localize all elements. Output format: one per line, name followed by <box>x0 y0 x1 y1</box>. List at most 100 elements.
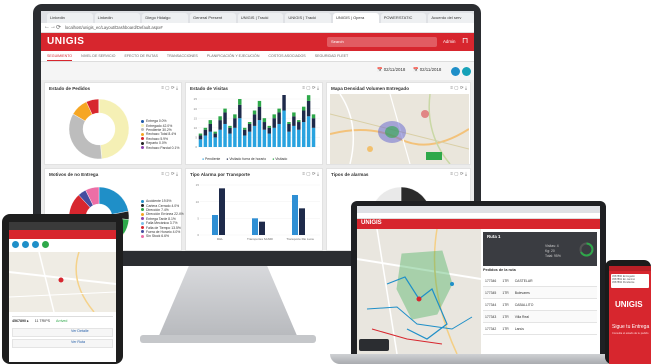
menu-item-nivel-servicio[interactable]: NIVEL DE SERVICIO <box>81 51 115 61</box>
bar[interactable] <box>233 114 237 119</box>
browser-tab-active[interactable]: UNIGIS | Opera <box>333 13 379 23</box>
browser-tab[interactable]: UNIGIS | Tracki <box>237 13 284 23</box>
card-tools-icon[interactable]: ≡ ▢ ⟳ ⤓ <box>450 85 467 91</box>
tablet-action-button[interactable] <box>12 241 19 248</box>
bar[interactable] <box>233 127 237 147</box>
bar[interactable] <box>233 118 237 128</box>
date-from[interactable]: 📅 02/11/2018 <box>377 67 405 73</box>
search-input[interactable]: Search <box>327 37 437 47</box>
bar[interactable] <box>223 108 227 113</box>
bar[interactable] <box>301 106 306 111</box>
bar[interactable] <box>247 122 252 124</box>
bar[interactable] <box>198 139 203 147</box>
tablet-action-button[interactable] <box>32 241 39 248</box>
bar[interactable] <box>238 99 242 105</box>
tablet-map[interactable] <box>9 252 116 312</box>
bar[interactable] <box>272 114 276 119</box>
bar[interactable] <box>262 118 267 123</box>
browser-tab[interactable]: Linkedin <box>47 13 93 23</box>
bar[interactable] <box>277 108 281 113</box>
menu-item-seguridad[interactable]: SEGURIDAD FLEET <box>315 51 349 61</box>
bar[interactable] <box>277 112 281 124</box>
card-tools-icon[interactable]: ≡ ▢ ⟳ ⤓ <box>302 85 319 91</box>
bar[interactable] <box>306 116 311 147</box>
bar[interactable] <box>311 127 316 147</box>
filter-button[interactable] <box>451 67 460 76</box>
bar[interactable] <box>252 218 258 235</box>
bar[interactable] <box>301 110 306 123</box>
bar[interactable] <box>272 127 276 147</box>
bar[interactable] <box>198 135 203 140</box>
user-label[interactable]: Admin <box>443 39 455 44</box>
bar[interactable] <box>292 195 298 235</box>
bar[interactable] <box>238 118 242 147</box>
bar[interactable] <box>228 127 232 134</box>
bar[interactable] <box>213 131 217 134</box>
bar[interactable] <box>259 221 265 235</box>
bar[interactable] <box>297 122 301 130</box>
bar[interactable] <box>208 131 213 147</box>
bar[interactable] <box>219 188 225 235</box>
laptop-route-map[interactable] <box>357 229 481 354</box>
bar[interactable] <box>252 125 257 147</box>
bar[interactable] <box>287 122 291 124</box>
bar[interactable] <box>257 106 262 121</box>
pie-slice[interactable] <box>98 98 130 160</box>
bar[interactable] <box>242 135 247 147</box>
laptop-order-row[interactable]: 177342 1TR Lanús <box>483 323 597 335</box>
bar[interactable] <box>242 127 247 130</box>
bar[interactable] <box>252 114 257 126</box>
tablet-action-button[interactable] <box>22 241 29 248</box>
bar[interactable] <box>228 125 232 128</box>
bar[interactable] <box>208 120 213 124</box>
bar[interactable] <box>213 137 217 147</box>
density-map[interactable] <box>330 94 469 164</box>
bar[interactable] <box>228 133 232 147</box>
bar[interactable] <box>277 123 281 147</box>
browser-tab[interactable]: General Present <box>190 13 236 23</box>
bar[interactable] <box>218 116 222 121</box>
browser-tab[interactable]: UNIGIS | Tracki <box>285 13 332 23</box>
bar[interactable] <box>292 112 296 117</box>
bar[interactable] <box>306 100 311 117</box>
tablet-action-button[interactable] <box>42 241 49 248</box>
bar[interactable] <box>218 120 222 130</box>
phone-order-row[interactable]: 4567892 Pendiente <box>612 281 648 284</box>
refresh-button[interactable] <box>462 67 471 76</box>
card-tools-icon[interactable]: ≡ ▢ ⟳ ⤓ <box>161 171 178 177</box>
lock-icon[interactable]: ⊓ <box>462 36 468 45</box>
bar[interactable] <box>257 100 262 107</box>
menu-item-costos[interactable]: COSTOS ASOCIADOS <box>268 51 305 61</box>
bar[interactable] <box>203 129 208 136</box>
bar[interactable] <box>252 110 257 115</box>
browser-tab[interactable]: Diego Hidalgo <box>142 13 189 23</box>
bar[interactable] <box>311 114 316 119</box>
bar[interactable] <box>311 118 316 128</box>
bar[interactable] <box>287 131 291 147</box>
menu-item-efecto-rutas[interactable]: EFECTO DE RUTAS <box>124 51 157 61</box>
bar[interactable] <box>292 116 296 126</box>
card-tools-icon[interactable]: ≡ ▢ ⟳ ⤓ <box>302 171 319 177</box>
bar[interactable] <box>203 135 208 147</box>
tablet-summary-value[interactable]: 4567890 ▸ <box>12 319 29 323</box>
card-tools-icon[interactable]: ≡ ▢ ⟳ ⤓ <box>161 85 178 91</box>
tablet-list-row[interactable] <box>12 339 113 348</box>
browser-tab[interactable]: Linkedin <box>94 13 141 23</box>
laptop-order-row[interactable]: 177345 1TR Bulevares <box>483 287 597 299</box>
menu-item-transacciones[interactable]: TRANSACCIONES <box>167 51 198 61</box>
menu-item-seguimiento[interactable]: SEGUIMIENTO <box>47 51 73 61</box>
bar[interactable] <box>306 95 311 101</box>
bar[interactable] <box>299 208 305 235</box>
bar[interactable] <box>198 133 203 136</box>
card-tools-icon[interactable]: ≡ ▢ ⟳ ⤓ <box>450 171 467 177</box>
laptop-route-label[interactable]: Ruta 1 <box>487 234 500 239</box>
bar[interactable] <box>287 123 291 132</box>
tablet-detail-link[interactable]: Ver Detalle <box>71 329 89 333</box>
bar[interactable] <box>297 120 301 123</box>
tablet-list-row[interactable] <box>12 328 113 337</box>
bar[interactable] <box>267 125 272 128</box>
bar[interactable] <box>272 118 276 128</box>
bar[interactable] <box>247 131 252 147</box>
laptop-order-row[interactable]: 177346 1TR CASTELAR <box>483 275 597 287</box>
browser-tab[interactable]: POWERSTATIC <box>380 13 427 23</box>
